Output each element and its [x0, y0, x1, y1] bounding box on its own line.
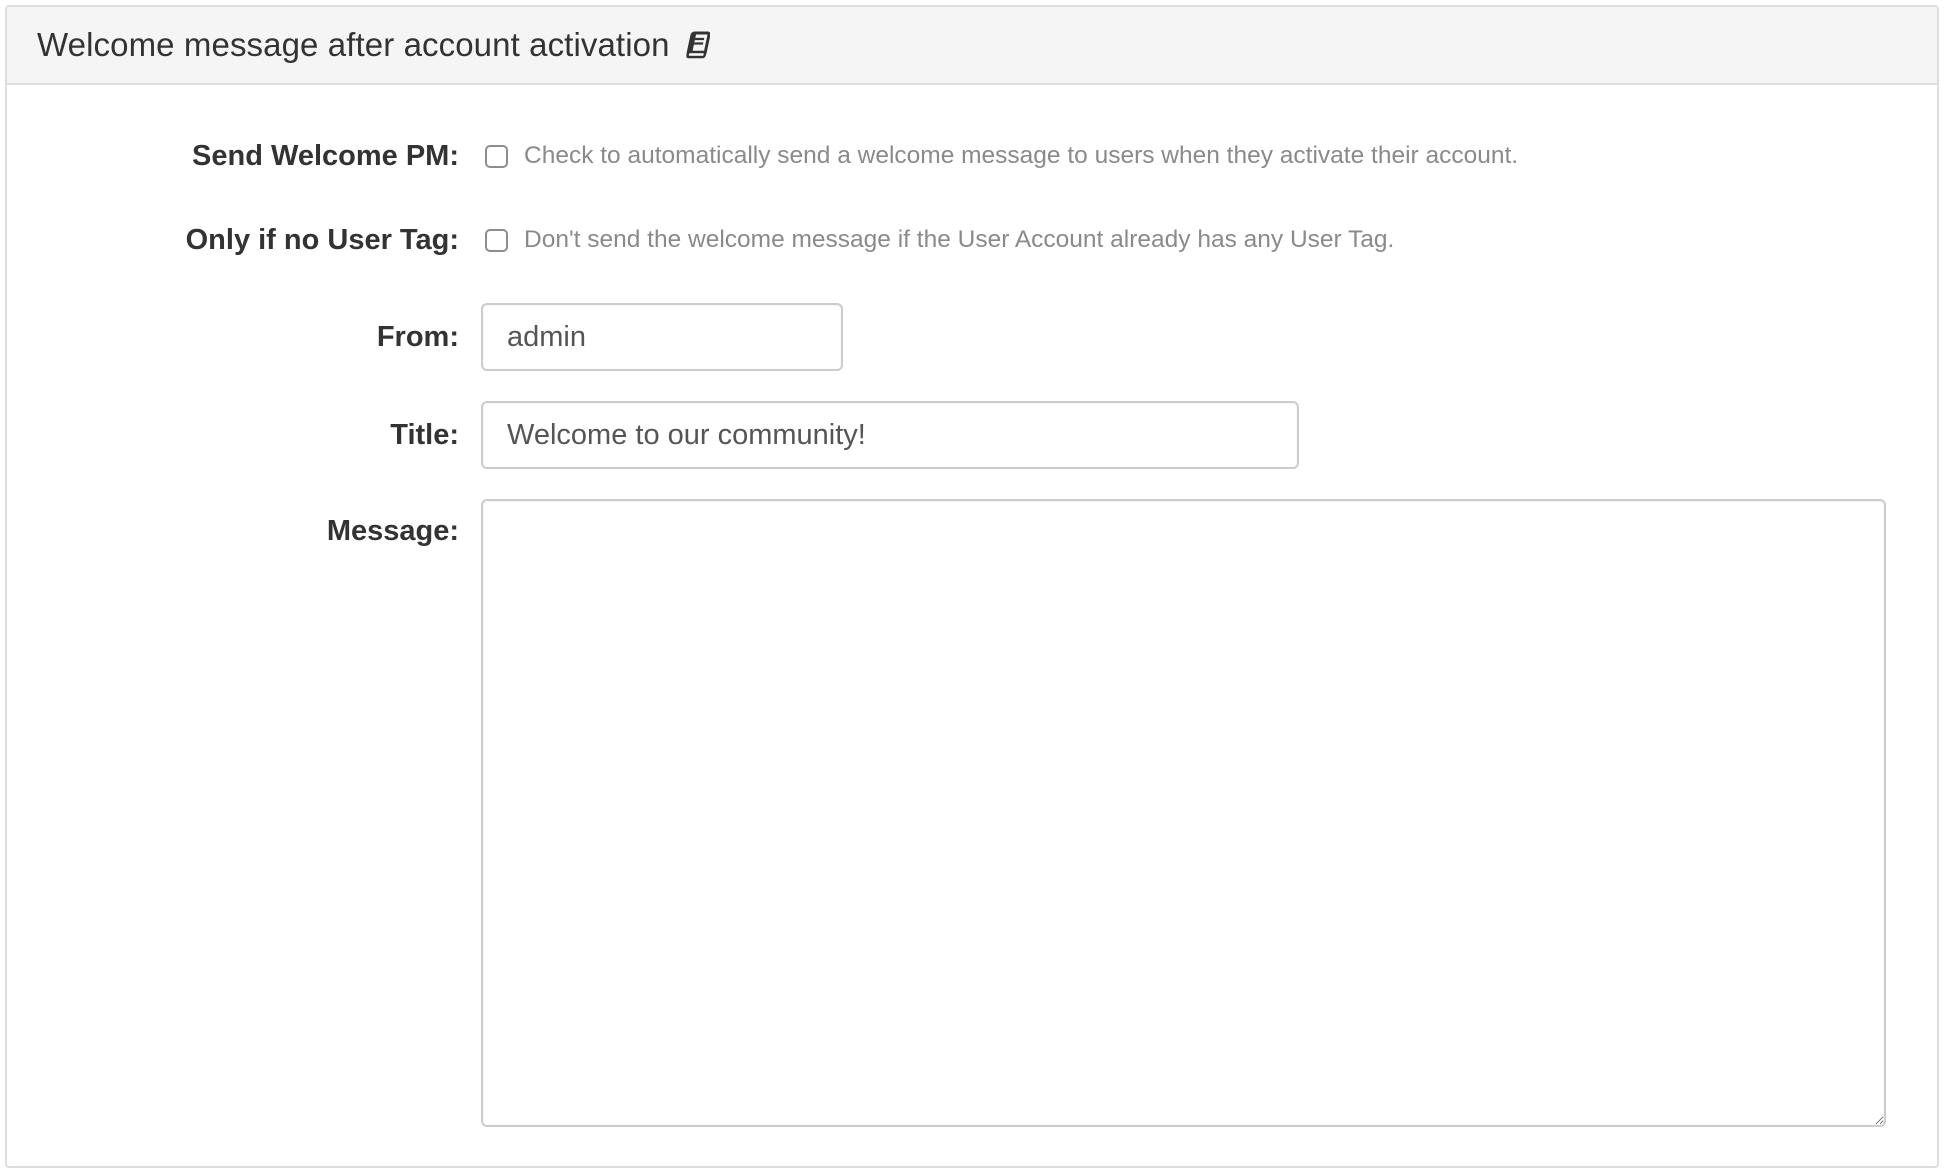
only-if-no-user-tag-row: Only if no User Tag: Don't send the welc…: [7, 219, 1937, 303]
welcome-message-panel: Welcome message after account activation…: [5, 5, 1939, 1168]
book-icon-svg: [685, 31, 711, 59]
send-welcome-pm-control: Check to automatically send a welcome me…: [481, 135, 1518, 177]
title-control: [481, 401, 1299, 469]
title-row: Title:: [7, 401, 1937, 499]
only-if-no-user-tag-label: Only if no User Tag:: [185, 224, 459, 256]
only-if-no-user-tag-checkbox[interactable]: [485, 228, 508, 252]
from-control: [481, 303, 843, 371]
book-icon[interactable]: [684, 30, 711, 60]
title-input[interactable]: [481, 401, 1299, 469]
send-welcome-pm-row: Send Welcome PM: Check to automatically …: [7, 135, 1937, 219]
from-label: From:: [376, 321, 459, 353]
from-input[interactable]: [481, 303, 843, 371]
message-label: Message:: [326, 515, 459, 547]
panel-heading: Welcome message after account activation: [7, 7, 1937, 85]
panel-title: Welcome message after account activation: [37, 26, 670, 63]
only-if-no-user-tag-help: Don't send the welcome message if the Us…: [524, 226, 1395, 253]
only-if-no-user-tag-control: Don't send the welcome message if the Us…: [481, 219, 1394, 261]
title-label: Title:: [390, 419, 459, 451]
send-welcome-pm-label: Send Welcome PM:: [192, 140, 459, 172]
message-textarea[interactable]: [481, 499, 1886, 1127]
message-control: [481, 499, 1886, 1132]
message-row: Message:: [7, 499, 1937, 1132]
send-welcome-pm-help: Check to automatically send a welcome me…: [524, 142, 1519, 169]
send-welcome-pm-checkbox[interactable]: [485, 144, 508, 168]
from-row: From:: [7, 303, 1937, 401]
welcome-settings-form: Send Welcome PM: Check to automatically …: [7, 85, 1937, 1132]
